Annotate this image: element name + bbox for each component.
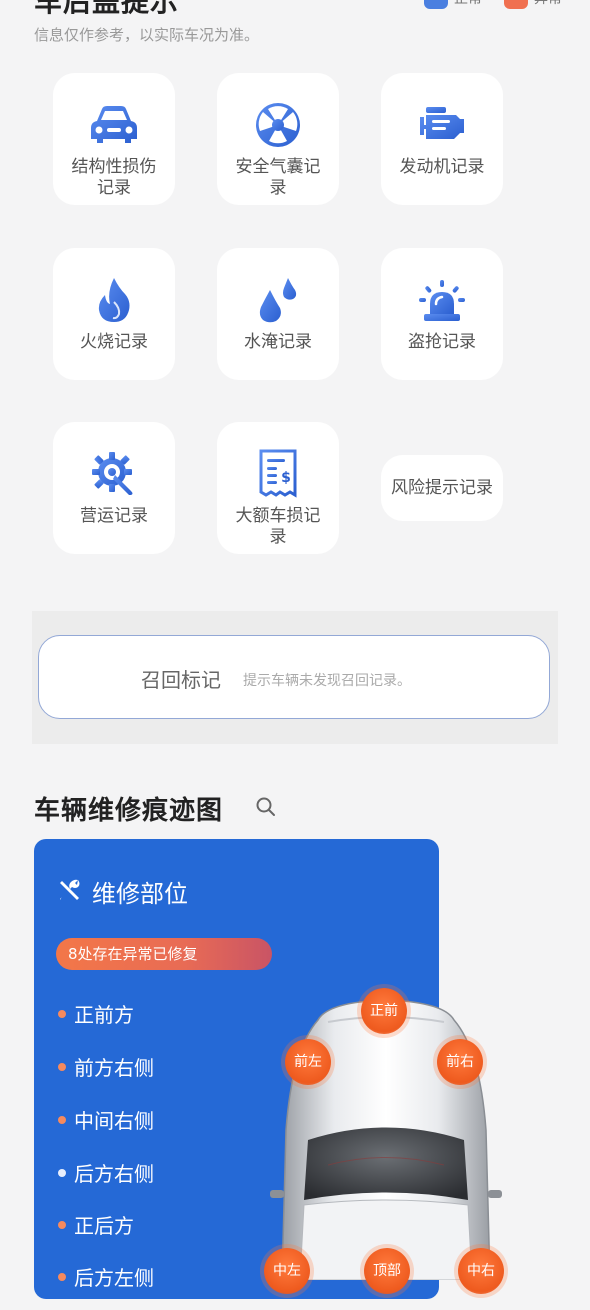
record-label: 发动机记录 <box>399 157 485 177</box>
repair-pin-front-left[interactable]: 前左 <box>285 1039 331 1085</box>
legend-normal: 正常 <box>424 0 482 9</box>
recall-card[interactable]: 召回标记 提示车辆未发现召回记录。 <box>38 635 550 719</box>
svg-text:$: $ <box>281 470 291 486</box>
record-card-flood[interactable]: 水淹记录 <box>217 248 339 380</box>
repair-pin-roof[interactable]: 顶部 <box>364 1248 410 1294</box>
disclaimer-text: 信息仅作参考，以实际车况为准。 <box>34 26 260 44</box>
repair-part-item[interactable]: 中间右侧 <box>58 1105 154 1134</box>
record-label: 大额车损记录 <box>235 506 321 547</box>
repair-part-item[interactable]: 正后方 <box>58 1210 134 1239</box>
section-title-car-summary: 车后盖提示 <box>34 0 180 18</box>
repair-pin-front-right[interactable]: 前右 <box>437 1039 483 1085</box>
gear-wrench-icon <box>86 446 142 502</box>
search-icon[interactable] <box>255 796 277 818</box>
receipt-icon: $ <box>250 446 306 502</box>
alarm-light-icon <box>414 272 470 328</box>
record-label: 风险提示记录 <box>391 477 493 498</box>
record-card-airbag[interactable]: 安全气囊记录 <box>217 73 339 205</box>
record-card-structural-damage[interactable]: 结构性损伤记录 <box>53 73 175 205</box>
section-title-repair-map: 车辆维修痕迹图 <box>34 796 224 826</box>
record-label: 营运记录 <box>80 506 148 526</box>
record-label: 结构性损伤记录 <box>71 157 157 198</box>
record-card-major-damage[interactable]: $ 大额车损记录 <box>217 422 339 554</box>
repair-part-item[interactable]: 后方左侧 <box>58 1262 154 1291</box>
car-top-view-image: 正前 前左 前右 中左 顶部 中右 <box>264 988 504 1310</box>
record-card-engine[interactable]: 发动机记录 <box>381 73 503 205</box>
abnormal-count-badge: 8处存在异常已修复 <box>56 938 272 970</box>
record-label: 火烧记录 <box>80 332 148 352</box>
record-label: 盗抢记录 <box>408 332 476 352</box>
water-drops-icon <box>250 272 306 328</box>
legend: 正常 异常 <box>424 0 562 9</box>
repair-panel-title: 维修部位 <box>92 880 188 908</box>
fire-icon <box>86 272 142 328</box>
repair-part-item[interactable]: 正前方 <box>58 999 134 1028</box>
recall-section: 召回标记 提示车辆未发现召回记录。 <box>32 611 558 744</box>
repair-pin-front[interactable]: 正前 <box>361 988 407 1034</box>
repair-pin-middle-left[interactable]: 中左 <box>264 1248 310 1294</box>
repair-part-item[interactable]: 前方右侧 <box>58 1052 154 1081</box>
record-card-commercial[interactable]: 营运记录 <box>53 422 175 554</box>
tools-icon <box>58 878 82 906</box>
engine-icon <box>414 97 470 153</box>
recall-title: 召回标记 <box>141 668 221 692</box>
legend-abnormal: 异常 <box>504 0 562 9</box>
repair-pin-middle-right[interactable]: 中右 <box>458 1248 504 1294</box>
record-label: 水淹记录 <box>244 332 312 352</box>
airbag-icon <box>250 97 306 153</box>
record-card-fire[interactable]: 火烧记录 <box>53 248 175 380</box>
car-icon <box>86 97 142 153</box>
record-label: 安全气囊记录 <box>235 157 321 198</box>
repair-part-item[interactable]: 后方右侧 <box>58 1158 154 1187</box>
repair-panel-header: 维修部位 <box>58 874 188 909</box>
recall-description: 提示车辆未发现召回记录。 <box>243 673 411 689</box>
record-card-risk-warning[interactable]: 风险提示记录 <box>381 455 503 521</box>
record-card-theft[interactable]: 盗抢记录 <box>381 248 503 380</box>
